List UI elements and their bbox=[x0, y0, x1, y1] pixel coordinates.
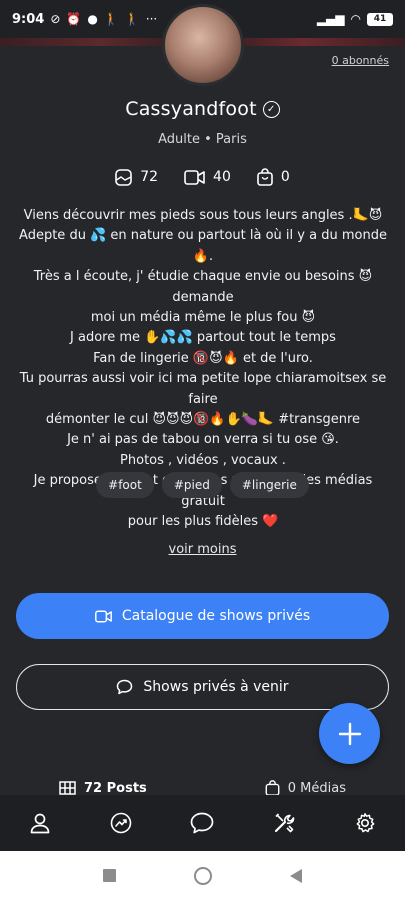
battery-icon: 41 bbox=[367, 12, 393, 26]
stat-photos[interactable]: 72 bbox=[115, 168, 158, 186]
bottom-navigation bbox=[0, 795, 405, 851]
bio-line: Viens découvrir mes pieds sous tous leur… bbox=[23, 208, 383, 223]
gear-icon bbox=[356, 813, 375, 833]
tab-medias-label: 0 Médias bbox=[287, 780, 346, 796]
more-dots-icon: ··· bbox=[145, 12, 158, 26]
chat-bubble-icon: ● bbox=[87, 12, 98, 26]
photo-icon bbox=[115, 168, 133, 186]
nav-messages[interactable] bbox=[190, 812, 214, 834]
bag-icon bbox=[265, 780, 280, 796]
private-shows-catalogue-button[interactable]: Catalogue de shows privés bbox=[16, 593, 389, 639]
plus-icon bbox=[338, 722, 361, 745]
stat-videos[interactable]: 40 bbox=[184, 168, 231, 186]
mute-icon: ⊘ bbox=[50, 12, 61, 26]
upcoming-private-shows-button[interactable]: Shows privés à venir bbox=[16, 664, 389, 710]
trending-icon bbox=[110, 812, 132, 834]
bio-line: démonter le cul 😈😈😈🔞🔥✋🍆🦶 #transgenre bbox=[45, 412, 361, 428]
status-time: 9:04 bbox=[12, 11, 45, 27]
status-notification-icons: ⊘ ⏰ ● 🚶 🚶 ··· bbox=[50, 12, 157, 26]
bio-line: Très a l écoute, j' étudie chaque envie … bbox=[33, 269, 373, 305]
walk-icon: 🚶 bbox=[103, 12, 119, 26]
username: Cassyandfoot bbox=[125, 98, 257, 120]
nav-settings[interactable] bbox=[354, 812, 376, 834]
shows-button-label: Shows privés à venir bbox=[143, 679, 289, 695]
nav-tools[interactable] bbox=[273, 812, 295, 834]
verified-icon: ✓ bbox=[262, 100, 280, 118]
avatar[interactable] bbox=[162, 4, 244, 86]
tools-icon bbox=[274, 813, 295, 833]
tag-chip[interactable]: #pied bbox=[161, 472, 222, 498]
profile-subtitle: Adulte • Paris bbox=[158, 132, 247, 147]
bio-line: Adepte du 💦 en nature ou partout là où i… bbox=[19, 228, 387, 264]
recent-apps-icon[interactable] bbox=[103, 869, 116, 882]
tab-posts-label: 72 Posts bbox=[84, 780, 147, 796]
stat-photos-count: 72 bbox=[140, 169, 159, 185]
stat-products[interactable]: 0 bbox=[257, 168, 290, 186]
grid-icon bbox=[59, 781, 76, 795]
add-button[interactable] bbox=[319, 703, 380, 764]
tag-list: #foot #pied #lingerie bbox=[0, 472, 405, 498]
followers-link[interactable]: 0 abonnés bbox=[332, 54, 389, 67]
bio-line: moi un média même le plus fou 😈 bbox=[90, 310, 316, 326]
username-row: Cassyandfoot ✓ bbox=[0, 98, 405, 120]
nav-stats[interactable] bbox=[110, 812, 132, 834]
video-icon bbox=[94, 610, 112, 622]
tag-chip[interactable]: #foot bbox=[96, 472, 154, 498]
bio-line: Je n' ai pas de tabou on verra si tu ose… bbox=[67, 432, 339, 448]
wifi-icon: ◠ bbox=[350, 12, 361, 26]
nav-profile[interactable] bbox=[29, 812, 51, 834]
profile-stats: 72 40 0 bbox=[0, 168, 405, 186]
walk-icon: 🚶 bbox=[124, 12, 140, 26]
user-icon bbox=[30, 813, 50, 834]
stat-videos-count: 40 bbox=[213, 169, 231, 185]
system-navigation-bar bbox=[0, 851, 405, 900]
video-icon bbox=[184, 169, 205, 185]
tag-chip[interactable]: #lingerie bbox=[229, 472, 309, 498]
catalogue-button-label: Catalogue de shows privés bbox=[121, 608, 311, 624]
bio-line: Photos , vidéos , vocaux . bbox=[120, 452, 286, 468]
bio-line: J adore me ✋💦💦 partout tout le temps bbox=[70, 330, 336, 346]
show-less-link[interactable]: voir moins bbox=[0, 542, 405, 557]
bio-line: Tu pourras aussi voir ici ma petite lope… bbox=[19, 371, 387, 407]
bio-line: Fan de lingerie 🔞😈🔥 et de l'uro. bbox=[93, 350, 313, 366]
stat-products-count: 0 bbox=[280, 169, 290, 185]
bio-line: pour les plus fidèles ❤️ bbox=[127, 514, 279, 530]
bag-icon bbox=[257, 168, 273, 186]
chat-bubble-icon bbox=[191, 812, 214, 834]
home-icon[interactable] bbox=[194, 866, 212, 885]
chat-bubble-icon bbox=[117, 679, 133, 695]
back-icon[interactable] bbox=[290, 868, 302, 883]
alarm-icon: ⏰ bbox=[66, 12, 82, 26]
signal-icon: ▂▄▆ bbox=[316, 12, 345, 26]
